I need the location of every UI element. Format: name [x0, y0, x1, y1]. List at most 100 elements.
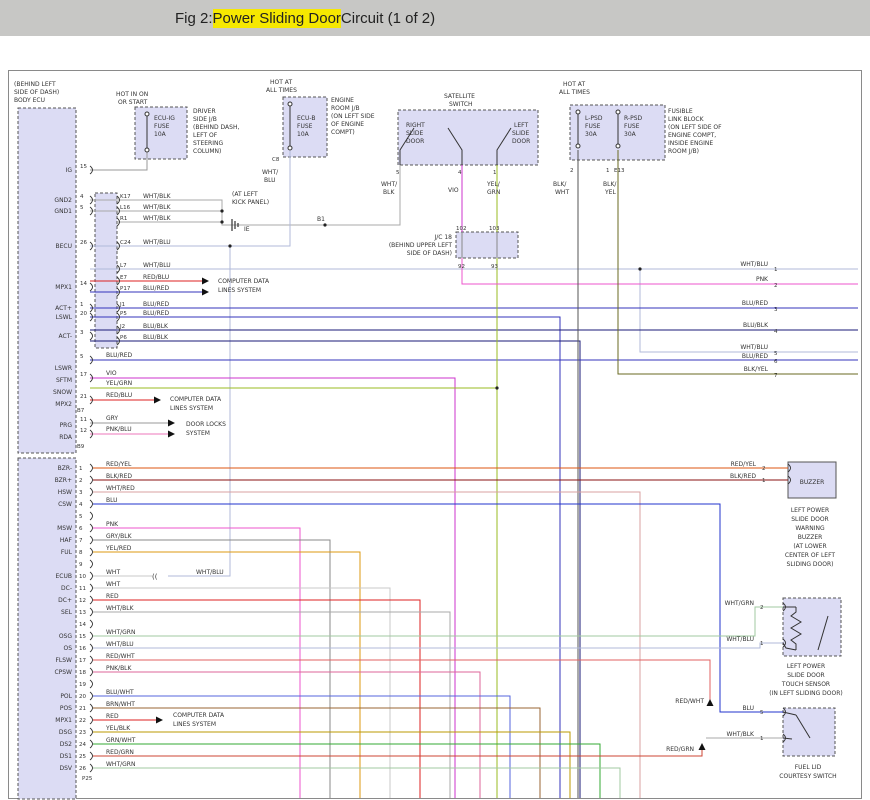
diagram-label: BLU/RED [143, 285, 170, 292]
diagram-label: SEL [61, 609, 73, 616]
diagram-label: BLU/RED [742, 353, 769, 360]
diagram-label: YEL/ [486, 181, 501, 188]
diagram-label: LEFT OF [193, 132, 218, 139]
diagram-label: TOUCH SENSOR [781, 681, 830, 688]
diagram-label: 30A [624, 131, 637, 138]
pin-number: 10 [79, 574, 86, 580]
diagram-label: DOOR [512, 138, 530, 145]
diagram-label: DOOR [406, 138, 424, 145]
diagram-label: RED/YEL [731, 461, 757, 468]
diagram-label: 3 [80, 330, 84, 336]
diagram-label: FUEL LID [795, 764, 822, 771]
diagram-label: L16 [120, 205, 131, 211]
diagram-label: RDA [59, 434, 73, 441]
pin-number: 8 [79, 550, 83, 556]
pin-number: 4 [79, 502, 83, 508]
diagram-label: LEFT [514, 122, 528, 129]
diagram-label: SIDE J/B [193, 116, 217, 123]
pin-number: 20 [79, 694, 86, 700]
diagram-label: FUL [61, 549, 73, 556]
component-box [95, 193, 117, 348]
diagram-label: RED/YEL [106, 461, 132, 468]
fuse-symbol [288, 102, 292, 106]
diagram-label: HOT AT [270, 79, 292, 86]
diagram-label: 10A [154, 131, 167, 138]
pin-number: 11 [79, 586, 86, 592]
diagram-label: MSW [57, 525, 72, 532]
diagram-label: WHT/ [381, 181, 398, 188]
diagram-label: LINES SYSTEM [218, 287, 261, 294]
diagram-label: RED/GRN [666, 746, 694, 753]
diagram-label: RIGHT [406, 122, 425, 129]
diagram-label: LEFT POWER [787, 663, 825, 670]
diagram-label: FUSE [297, 123, 313, 130]
pin-number: 24 [79, 742, 86, 748]
diagram-label: COMPUTER DATA [170, 396, 222, 403]
pin-number: 6 [79, 526, 83, 532]
diagram-label: ROOM J/B) [668, 148, 699, 155]
diagram-label: 5 [760, 710, 764, 716]
figure-title-highlight: Power Sliding Door [213, 9, 341, 28]
diagram-label: 2 [570, 168, 574, 174]
diagram-label: ECU-IG [154, 115, 175, 122]
diagram-label: VIO [106, 370, 117, 377]
diagram-label: SWITCH [449, 101, 473, 108]
diagram-label: CENTER OF LEFT [785, 552, 836, 559]
diagram-label: C24 [120, 240, 131, 246]
diagram-label: LINES SYSTEM [170, 405, 213, 412]
diagram-label: 93 [491, 264, 498, 270]
diagram-label: SFTM [56, 377, 72, 384]
diagram-label: DS2 [60, 741, 72, 748]
junction-dot [323, 223, 326, 226]
diagram-label: RED/WHT [106, 653, 135, 660]
diagram-label: 12 [80, 428, 87, 434]
diagram-label: BZR- [58, 465, 72, 472]
diagram-label: CPSW [54, 669, 72, 676]
diagram-label: RED [106, 593, 119, 600]
diagram-label: B9 [77, 444, 85, 450]
diagram-label: WHT/BLU [740, 261, 768, 268]
pin-number: 7 [79, 538, 83, 544]
diagram-label: FUSE [624, 123, 640, 130]
diagram-label: (IN LEFT SLIDING DOOR) [769, 690, 843, 697]
diagram-label: BRN/WHT [106, 701, 135, 708]
diagram-label: (( [152, 573, 158, 581]
diagram-label: ALL TIMES [559, 89, 590, 96]
diagram-label: J2 [119, 324, 125, 330]
diagram-label: WHT/BLK [143, 215, 172, 222]
diagram-label: 5 [396, 170, 400, 176]
diagram-label: YEL/GRN [105, 380, 132, 387]
wiring-diagram: 1234567891011121314151617181920212223242… [0, 0, 870, 800]
diagram-label: P17 [120, 286, 131, 292]
diagram-label: 14 [80, 281, 87, 287]
figure-title-suffix: Circuit (1 of 2) [341, 10, 435, 27]
diagram-label: C8 [272, 157, 280, 163]
junction-dot [228, 244, 231, 247]
diagram-label: IE [244, 226, 250, 233]
pin-number: 17 [79, 658, 86, 664]
diagram-label: 2 [774, 283, 778, 289]
pin-number: 23 [79, 730, 86, 736]
pin-number: 1 [79, 466, 83, 472]
diagram-label: BLU/RED [106, 352, 133, 359]
diagram-label: GRN/WHT [106, 737, 136, 744]
diagram-label: ACT+ [55, 305, 72, 312]
diagram-label: RED/WHT [675, 698, 704, 705]
junction-dot [220, 220, 223, 223]
diagram-label: BUZZER [798, 534, 823, 541]
diagram-label: PNK/BLU [106, 426, 132, 433]
diagram-label: R1 [120, 216, 127, 222]
diagram-label: SLIDE DOOR [787, 672, 824, 679]
diagram-label: WHT/BLU [726, 636, 754, 643]
diagram-label: SLIDE DOOR [791, 516, 828, 523]
diagram-label: DC+ [58, 597, 72, 604]
diagram-label: ENGINE [331, 97, 354, 104]
diagram-label: BLU/RED [742, 300, 769, 307]
diagram-label: OS [63, 645, 72, 652]
diagram-label: ECUB [56, 573, 73, 580]
diagram-label: J/C 18 [433, 234, 452, 241]
diagram-label: 2 [762, 466, 766, 472]
junction-dot [638, 267, 641, 270]
diagram-label: 4 [774, 329, 778, 335]
diagram-label: BZR+ [55, 477, 72, 484]
